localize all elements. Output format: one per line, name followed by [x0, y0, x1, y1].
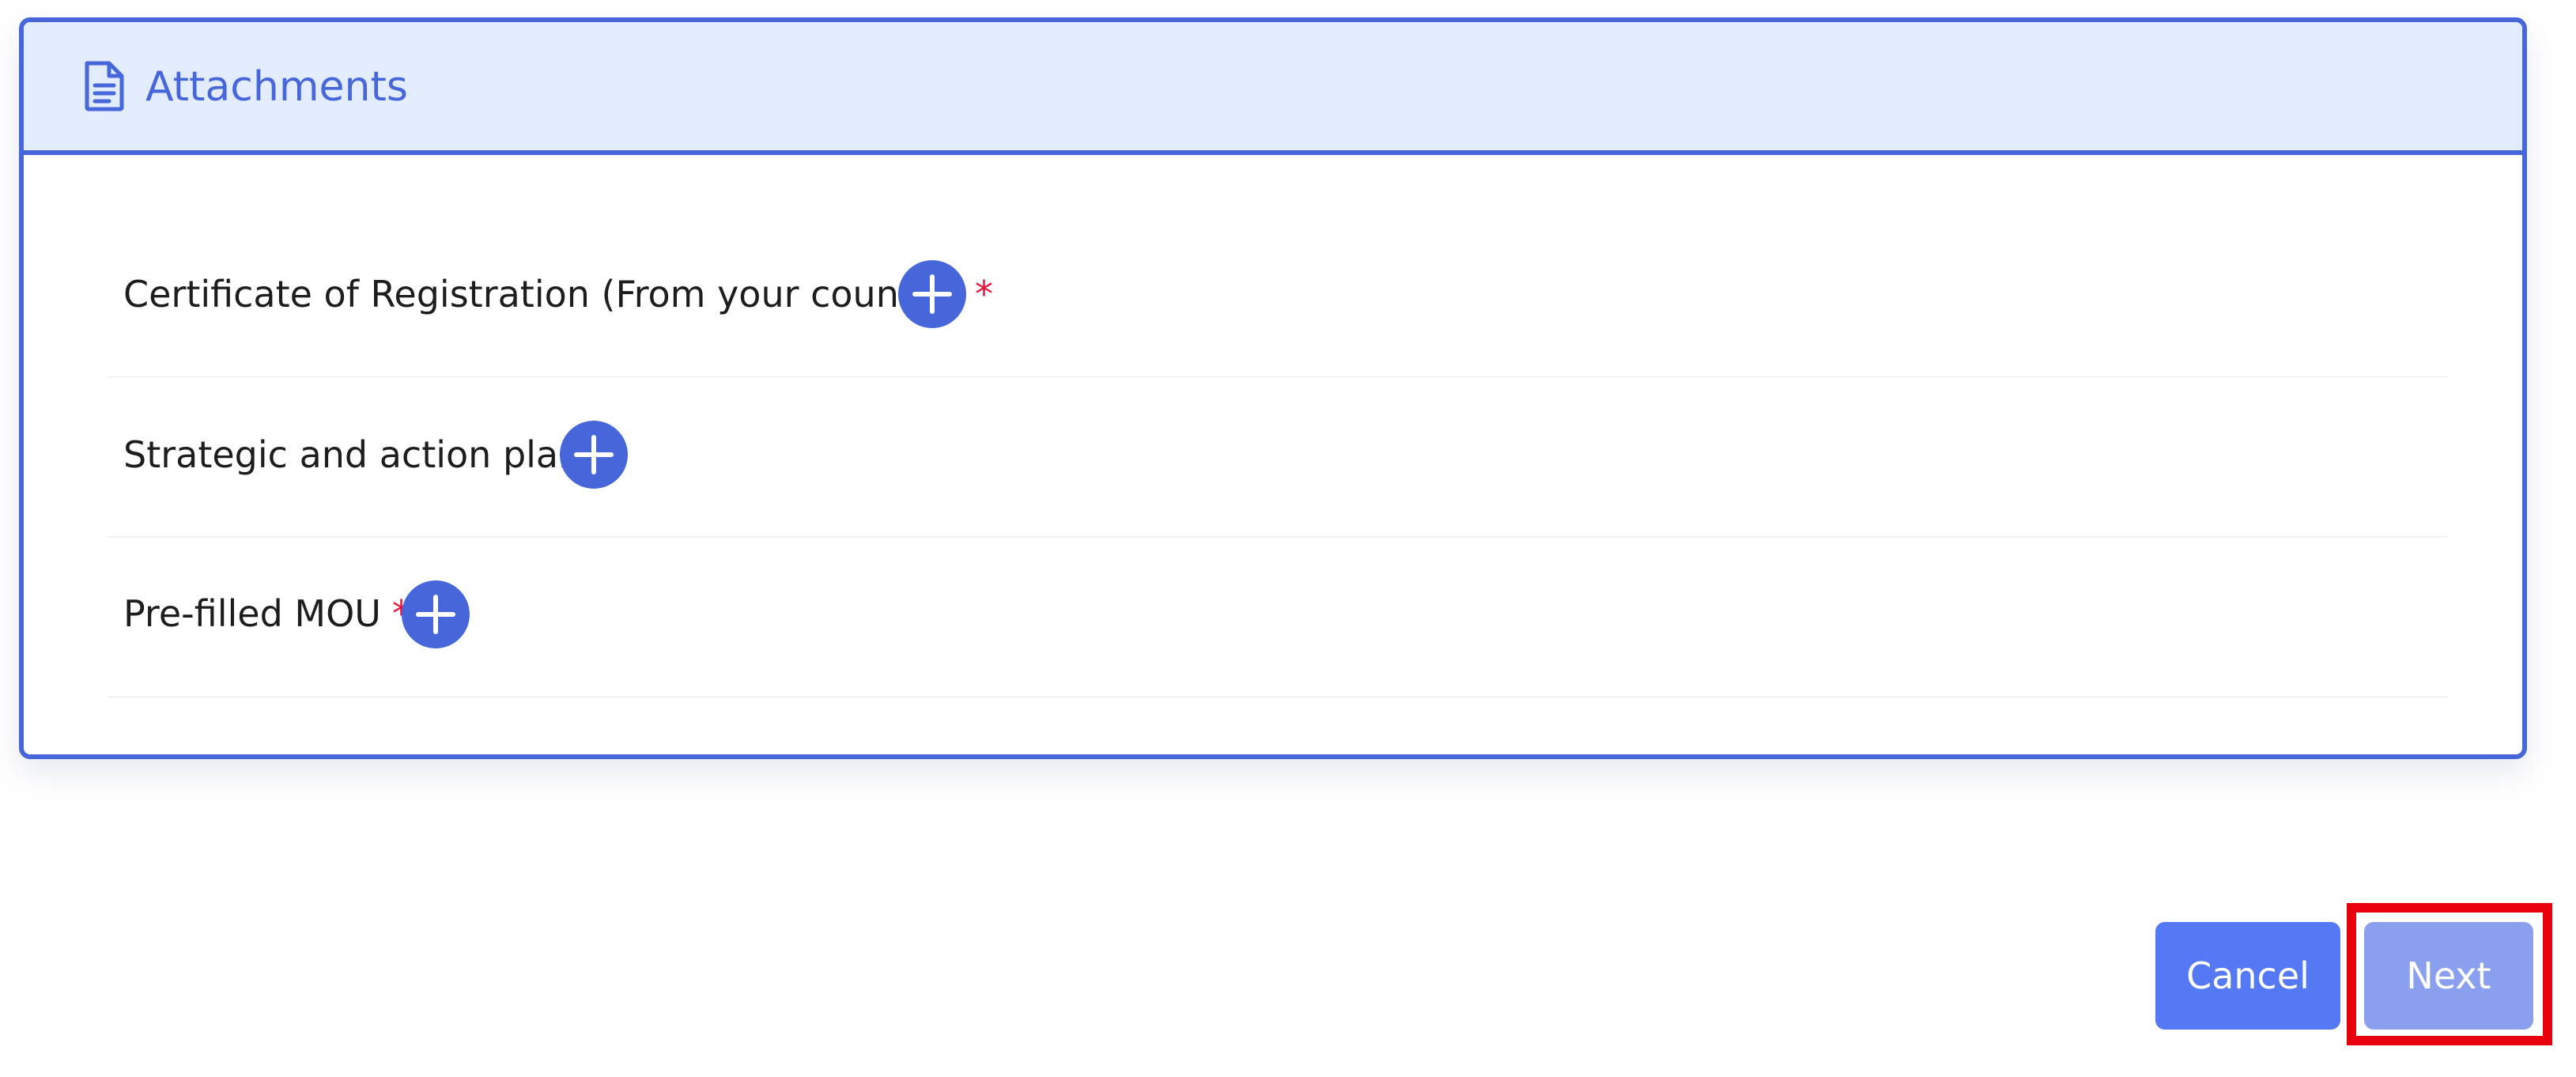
attachments-card: Attachments Certificate of Registration …: [19, 17, 2527, 759]
cancel-button[interactable]: Cancel: [2155, 922, 2340, 1030]
page: Attachments Certificate of Registration …: [0, 0, 2576, 1077]
attachment-label-text: Strategic and action plan: [123, 433, 582, 476]
attachment-row-certificate: Certificate of Registration (From your c…: [108, 218, 2448, 378]
add-mou-button[interactable]: [402, 580, 470, 648]
attachment-label-text: Pre-filled MOU: [123, 592, 381, 635]
plus-icon: [574, 435, 614, 474]
attachment-label-text: Certificate of Registration (From your c…: [123, 273, 964, 316]
document-icon: [85, 61, 124, 111]
add-certificate-button[interactable]: [898, 260, 966, 328]
attachment-row-mou: Pre-filled MOU*: [108, 538, 2448, 697]
plus-icon: [416, 595, 455, 634]
card-header: Attachments: [24, 22, 2522, 155]
attachment-label-certificate: Certificate of Registration (From your c…: [123, 270, 993, 318]
next-button[interactable]: Next: [2364, 922, 2533, 1030]
attachment-label-mou: Pre-filled MOU*: [123, 590, 410, 637]
add-strategic-plan-button[interactable]: [560, 421, 628, 489]
attachment-label-strategic-plan: Strategic and action plan*: [123, 431, 610, 478]
attachment-row-strategic-plan: Strategic and action plan*: [108, 378, 2448, 538]
plus-icon: [912, 274, 952, 314]
required-mark: *: [975, 273, 993, 316]
card-title: Attachments: [145, 63, 408, 111]
